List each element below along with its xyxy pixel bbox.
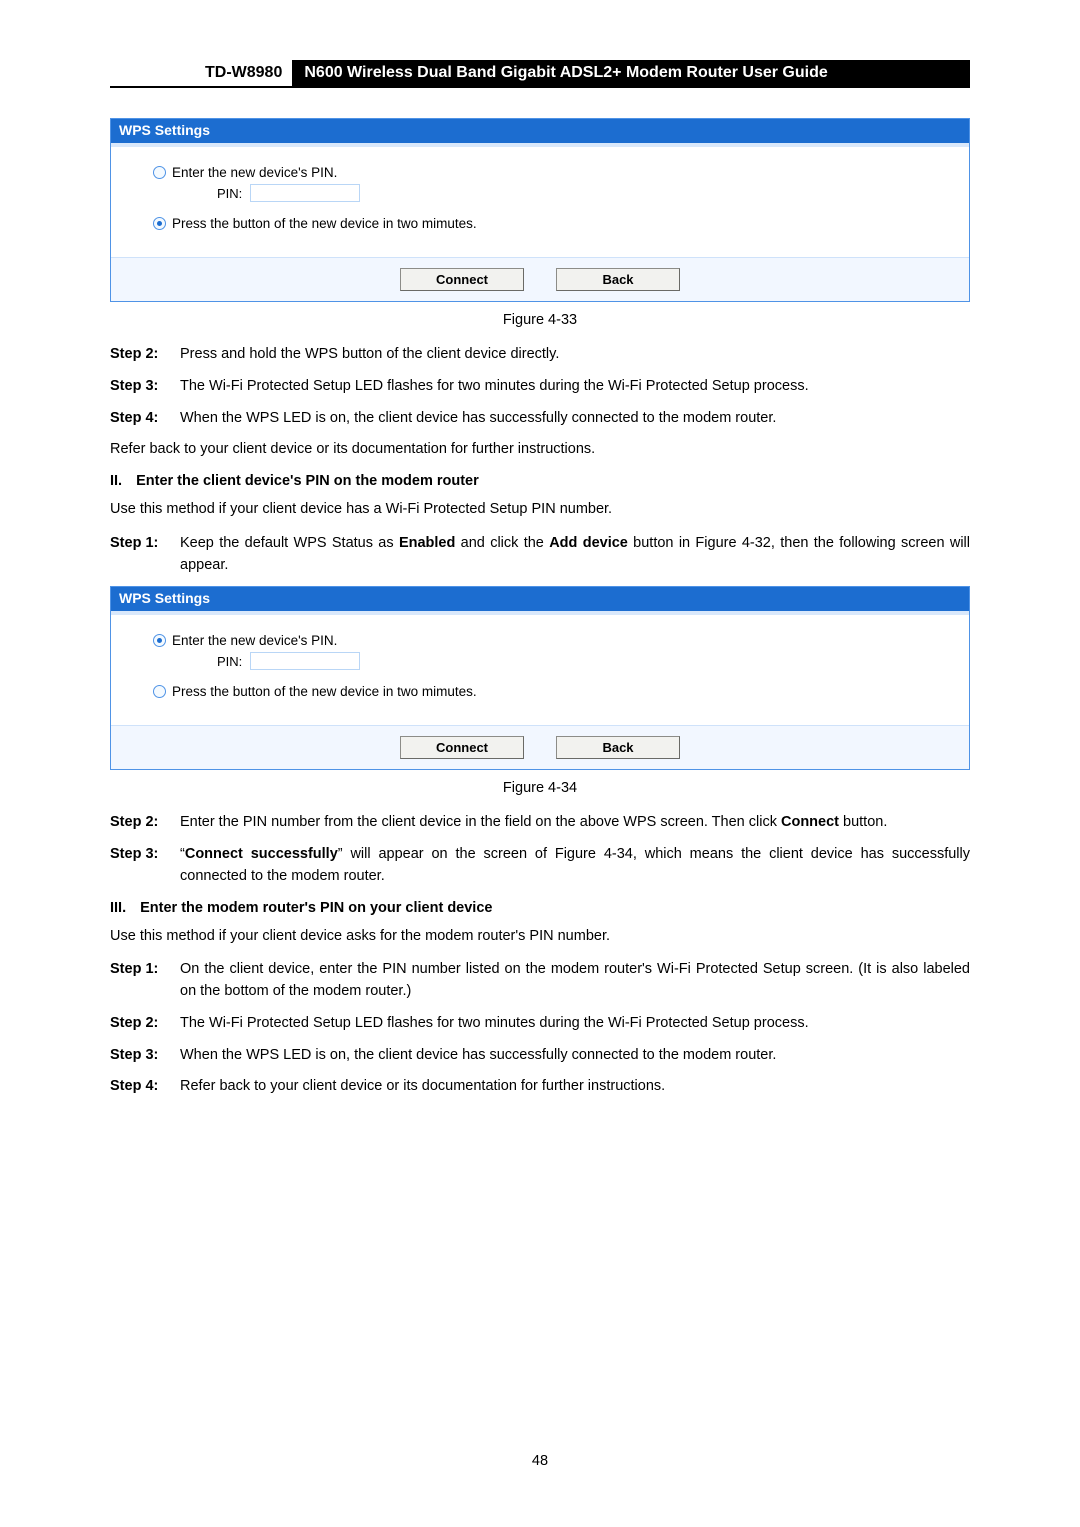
wps-panel-1: WPS Settings Enter the new device's PIN.… [110,118,970,302]
text-bold: Enabled [399,535,455,551]
step-text: On the client device, enter the PIN numb… [180,959,970,1003]
figure-caption-4-33: Figure 4-33 [110,312,970,328]
radio-enter-pin[interactable]: Enter the new device's PIN. [153,165,927,180]
radio-press-button[interactable]: Press the button of the new device in tw… [153,684,927,699]
step-label: Step 2: [110,812,180,834]
step-label: Step 3: [110,1045,180,1067]
section-iii-intro: Use this method if your client device as… [110,926,970,948]
step-text: Press and hold the WPS button of the cli… [180,344,970,366]
radio-enter-pin-label: Enter the new device's PIN. [172,165,337,180]
wps-panel-2-title: WPS Settings [111,587,969,615]
step-label: Step 3: [110,376,180,398]
text-bold: Connect successfully [185,846,338,862]
radio-enter-pin[interactable]: Enter the new device's PIN. [153,633,927,648]
wps-panel-1-title: WPS Settings [111,119,969,147]
section-iii-heading: III. Enter the modem router's PIN on you… [110,900,970,916]
text-bold: Connect [781,814,839,830]
step-label: Step 2: [110,1013,180,1035]
section-iii-num: III. [110,900,126,916]
section-ii-heading: II. Enter the client device's PIN on the… [110,473,970,489]
radio-icon [153,685,166,698]
figure-caption-4-34: Figure 4-34 [110,780,970,796]
pin-label: PIN: [217,654,242,669]
section-ii-text: Enter the client device's PIN on the mod… [136,473,970,489]
radio-press-button-label: Press the button of the new device in tw… [172,684,477,699]
step-text: Refer back to your client device or its … [180,1076,970,1098]
step-label: Step 4: [110,408,180,430]
step-text: The Wi-Fi Protected Setup LED flashes fo… [180,1013,970,1035]
step-text: When the WPS LED is on, the client devic… [180,1045,970,1067]
back-button[interactable]: Back [556,736,680,759]
radio-press-button[interactable]: Press the button of the new device in tw… [153,216,927,231]
text-run: Enter the PIN number from the client dev… [180,814,781,830]
step-label: Step 1: [110,959,180,1003]
text-run: button. [839,814,887,830]
step-label: Step 1: [110,533,180,577]
step-text: Keep the default WPS Status as Enabled a… [180,533,970,577]
connect-button[interactable]: Connect [400,268,524,291]
pin-input[interactable] [250,652,360,670]
step-label: Step 3: [110,844,180,888]
section-ii-intro: Use this method if your client device ha… [110,499,970,521]
radio-enter-pin-label: Enter the new device's PIN. [172,633,337,648]
radio-icon [153,217,166,230]
back-button[interactable]: Back [556,268,680,291]
connect-button[interactable]: Connect [400,736,524,759]
step-text: Enter the PIN number from the client dev… [180,812,970,834]
pin-input[interactable] [250,184,360,202]
model-label: TD-W8980 [110,60,292,86]
step-text: The Wi-Fi Protected Setup LED flashes fo… [180,376,970,398]
text-bold: Add device [549,535,628,551]
step-text: “Connect successfully” will appear on th… [180,844,970,888]
header-banner: TD-W8980 N600 Wireless Dual Band Gigabit… [110,60,970,88]
pin-label: PIN: [217,186,242,201]
page-number: 48 [0,1453,1080,1469]
section-iii-text: Enter the modem router's PIN on your cli… [140,900,970,916]
radio-press-button-label: Press the button of the new device in tw… [172,216,477,231]
text-run: and click the [455,535,549,551]
step-label: Step 4: [110,1076,180,1098]
step-label: Step 2: [110,344,180,366]
wps-panel-2: WPS Settings Enter the new device's PIN.… [110,586,970,770]
doc-title: N600 Wireless Dual Band Gigabit ADSL2+ M… [292,60,970,86]
step-text: When the WPS LED is on, the client devic… [180,408,970,430]
radio-icon [153,634,166,647]
text-run: Keep the default WPS Status as [180,535,399,551]
radio-icon [153,166,166,179]
refer-back-line: Refer back to your client device or its … [110,439,970,461]
section-ii-num: II. [110,473,122,489]
